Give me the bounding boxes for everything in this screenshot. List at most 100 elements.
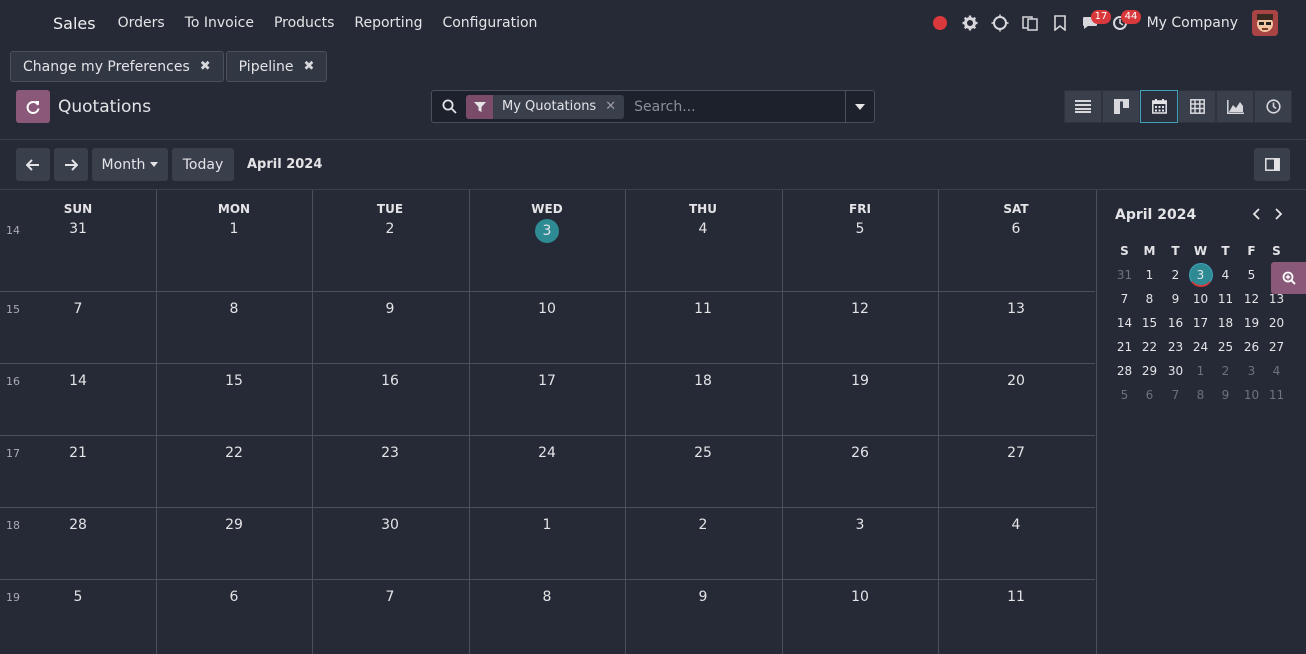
mini-day[interactable]: 22 <box>1137 340 1162 354</box>
day-number[interactable]: 10 <box>469 301 625 317</box>
day-number[interactable]: 24 <box>469 445 625 461</box>
bookmark-icon[interactable] <box>1045 0 1075 46</box>
menu-orders[interactable]: Orders <box>118 15 165 31</box>
day-number[interactable]: 14 <box>0 373 156 389</box>
mini-day[interactable]: 11 <box>1213 292 1238 306</box>
calendar-view-button[interactable] <box>1140 90 1178 123</box>
day-number[interactable]: 27 <box>938 445 1094 461</box>
day-number[interactable]: 8 <box>156 301 312 317</box>
day-number[interactable]: 23 <box>312 445 468 461</box>
mini-day[interactable]: 1 <box>1188 364 1213 378</box>
mini-day[interactable]: 5 <box>1112 388 1137 402</box>
close-icon[interactable]: ✖ <box>303 59 314 74</box>
day-number[interactable]: 5 <box>782 221 938 237</box>
mini-day[interactable]: 9 <box>1213 388 1238 402</box>
mini-day[interactable]: 3 <box>1239 364 1264 378</box>
reload-button[interactable] <box>16 90 50 123</box>
day-number[interactable]: 9 <box>312 301 468 317</box>
list-view-button[interactable] <box>1064 90 1102 123</box>
activities-icon[interactable]: 44 <box>1105 0 1142 46</box>
mini-day[interactable]: 5 <box>1239 268 1264 282</box>
mini-day[interactable]: 10 <box>1188 292 1213 306</box>
day-number[interactable]: 11 <box>938 589 1094 605</box>
prev-period-button[interactable] <box>16 148 50 181</box>
day-number[interactable]: 29 <box>156 517 312 533</box>
mini-day[interactable]: 20 <box>1264 316 1289 330</box>
day-number[interactable]: 17 <box>469 373 625 389</box>
day-number[interactable]: 8 <box>469 589 625 605</box>
recording-icon[interactable] <box>925 0 955 46</box>
mini-day[interactable]: 27 <box>1264 340 1289 354</box>
day-number[interactable]: 3 <box>469 219 625 243</box>
day-number[interactable]: 1 <box>156 221 312 237</box>
next-period-button[interactable] <box>54 148 88 181</box>
language-icon[interactable] <box>1015 0 1045 46</box>
mini-day[interactable]: 13 <box>1264 292 1289 306</box>
mini-day[interactable]: 24 <box>1188 340 1213 354</box>
facet-remove-icon[interactable]: ✕ <box>605 99 624 114</box>
day-number[interactable]: 13 <box>938 301 1094 317</box>
day-number[interactable]: 4 <box>625 221 781 237</box>
company-switcher[interactable]: My Company <box>1147 15 1238 31</box>
day-number[interactable]: 15 <box>156 373 312 389</box>
day-number[interactable]: 5 <box>0 589 156 605</box>
today-button[interactable]: Today <box>172 148 234 181</box>
apps-menu-button[interactable] <box>0 0 42 46</box>
breadcrumb-change-preferences[interactable]: Change my Preferences ✖ <box>10 51 224 82</box>
day-number[interactable]: 30 <box>312 517 468 533</box>
mini-day[interactable]: 21 <box>1112 340 1137 354</box>
toggle-side-panel-button[interactable] <box>1254 148 1290 181</box>
day-number[interactable]: 2 <box>625 517 781 533</box>
mini-day[interactable]: 4 <box>1213 268 1238 282</box>
mini-day[interactable]: 8 <box>1137 292 1162 306</box>
breadcrumb-pipeline[interactable]: Pipeline ✖ <box>225 51 328 82</box>
mini-day[interactable]: 7 <box>1112 292 1137 306</box>
day-number[interactable]: 28 <box>0 517 156 533</box>
scale-dropdown[interactable]: Month <box>92 148 168 181</box>
day-number[interactable]: 18 <box>625 373 781 389</box>
mini-day[interactable]: 10 <box>1239 388 1264 402</box>
mini-day[interactable]: 17 <box>1188 316 1213 330</box>
close-icon[interactable]: ✖ <box>200 59 211 74</box>
mini-day[interactable]: 4 <box>1264 364 1289 378</box>
search-input[interactable] <box>624 98 845 115</box>
messages-icon[interactable]: 17 <box>1075 0 1112 46</box>
day-number[interactable]: 1 <box>469 517 625 533</box>
day-number[interactable]: 19 <box>782 373 938 389</box>
mini-day[interactable]: 11 <box>1264 388 1289 402</box>
mini-day[interactable]: 23 <box>1163 340 1188 354</box>
mini-day[interactable]: 2 <box>1213 364 1238 378</box>
day-number[interactable]: 31 <box>0 221 156 237</box>
day-number[interactable]: 20 <box>938 373 1094 389</box>
menu-products[interactable]: Products <box>274 15 334 31</box>
day-number[interactable]: 26 <box>782 445 938 461</box>
mini-day[interactable]: 8 <box>1188 388 1213 402</box>
day-number[interactable]: 4 <box>938 517 1094 533</box>
day-number[interactable]: 3 <box>782 517 938 533</box>
mini-day[interactable]: 25 <box>1213 340 1238 354</box>
mini-prev-month-button[interactable] <box>1247 204 1265 224</box>
day-number[interactable]: 6 <box>938 221 1094 237</box>
mini-day[interactable]: 7 <box>1163 388 1188 402</box>
kanban-view-button[interactable] <box>1102 90 1140 123</box>
day-number[interactable]: 9 <box>625 589 781 605</box>
day-number[interactable]: 21 <box>0 445 156 461</box>
search-options-toggle[interactable] <box>845 91 874 122</box>
menu-to-invoice[interactable]: To Invoice <box>185 15 254 31</box>
pivot-view-button[interactable] <box>1178 90 1216 123</box>
day-number[interactable]: 22 <box>156 445 312 461</box>
day-number[interactable]: 16 <box>312 373 468 389</box>
zoom-button[interactable] <box>1271 262 1306 294</box>
graph-view-button[interactable] <box>1216 90 1254 123</box>
menu-reporting[interactable]: Reporting <box>354 15 422 31</box>
mini-day[interactable]: 18 <box>1213 316 1238 330</box>
mini-day[interactable]: 6 <box>1137 388 1162 402</box>
menu-configuration[interactable]: Configuration <box>442 15 537 31</box>
mini-day[interactable]: 19 <box>1239 316 1264 330</box>
theme-toggle-icon[interactable] <box>985 0 1015 46</box>
mini-day[interactable]: 9 <box>1163 292 1188 306</box>
mini-next-month-button[interactable] <box>1270 204 1288 224</box>
app-name[interactable]: Sales <box>53 14 96 33</box>
day-number[interactable]: 2 <box>312 221 468 237</box>
day-number[interactable]: 6 <box>156 589 312 605</box>
